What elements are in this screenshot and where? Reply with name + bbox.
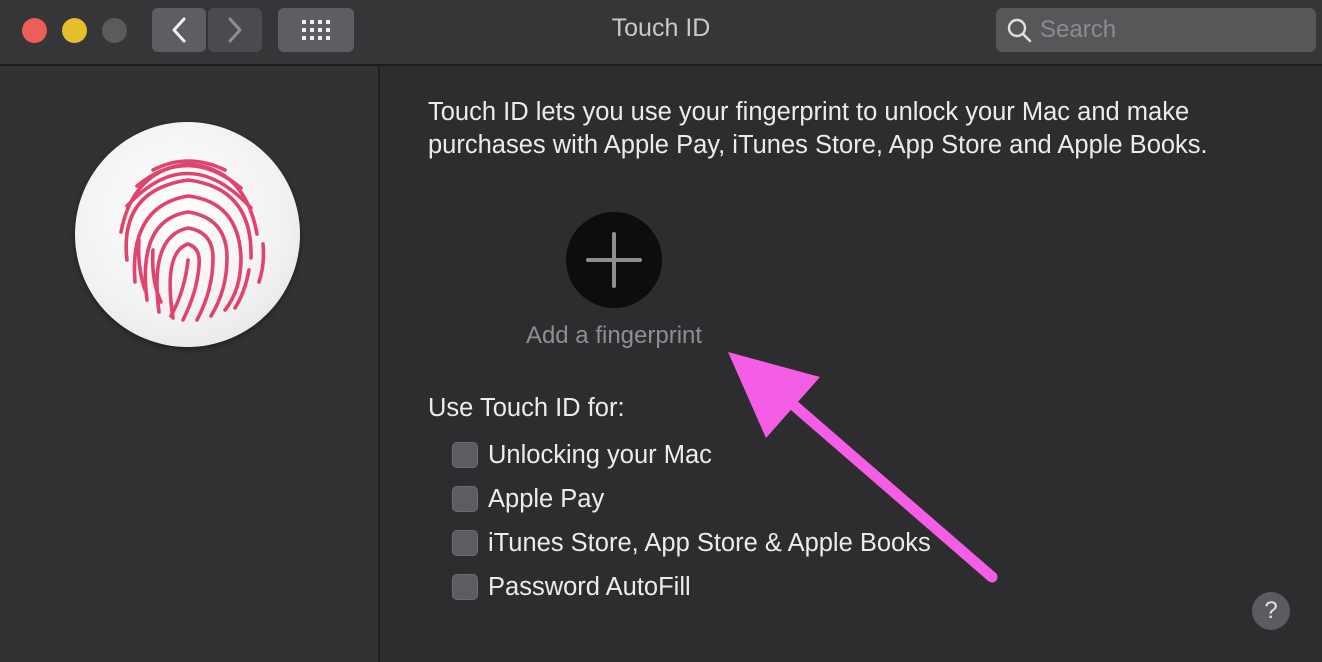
option-label: Apple Pay [488,484,605,513]
itunes-app-store-books-checkbox[interactable] [452,530,478,556]
option-label: Unlocking your Mac [488,440,712,469]
search-icon [1006,17,1032,43]
plus-icon [586,232,642,288]
option-itunes-app-store-books[interactable]: iTunes Store, App Store & Apple Books [452,528,931,558]
password-autofill-checkbox[interactable] [452,574,478,600]
add-fingerprint-button[interactable] [566,212,662,308]
use-touch-id-for-heading: Use Touch ID for: [428,394,625,422]
option-label: Password AutoFill [488,572,691,601]
fingerprint-icon [118,158,265,322]
sidebar [0,66,380,662]
option-password-autofill[interactable]: Password AutoFill [452,572,691,602]
option-label: iTunes Store, App Store & Apple Books [488,528,931,557]
touch-id-description: Touch ID lets you use your fingerprint t… [428,98,1208,159]
option-unlocking-mac[interactable]: Unlocking your Mac [452,440,712,470]
search-field[interactable] [996,8,1316,52]
add-fingerprint-label[interactable]: Add a fingerprint [480,322,748,350]
option-apple-pay[interactable]: Apple Pay [452,484,604,514]
title-bar: Touch ID [0,0,1322,66]
fingerprint-badge [75,122,300,347]
help-button[interactable]: ? [1252,592,1290,630]
search-input[interactable] [1040,16,1300,44]
apple-pay-checkbox[interactable] [452,486,478,512]
unlocking-mac-checkbox[interactable] [452,442,478,468]
